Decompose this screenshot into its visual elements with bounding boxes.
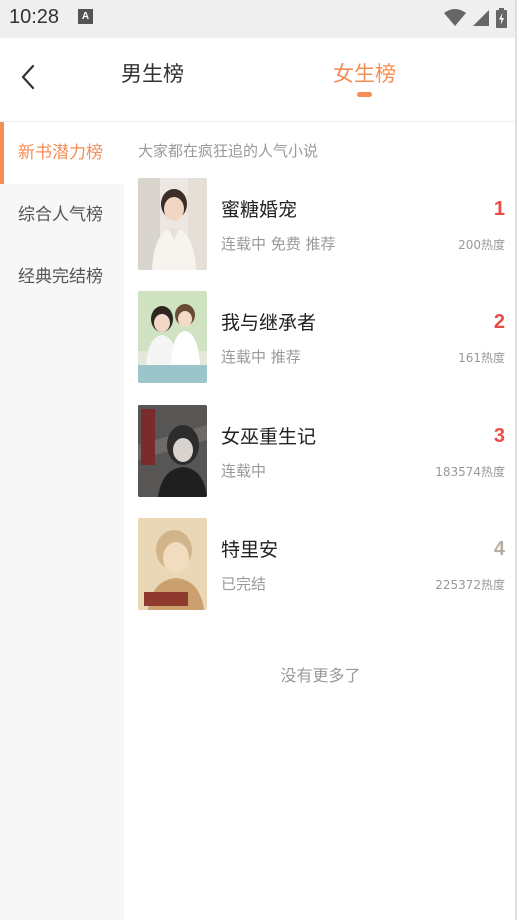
book-heat: 161热度 xyxy=(458,351,505,365)
back-chevron-icon xyxy=(21,64,35,90)
sidebar-item-classic-completed[interactable]: 经典完结榜 xyxy=(0,246,124,308)
book-title: 蜜糖婚宠 xyxy=(221,199,298,221)
book-cover xyxy=(138,518,207,610)
book-tags: 连载中 免费 推荐 xyxy=(221,235,336,253)
book-item[interactable]: 特里安 已完结 4 225372热度 xyxy=(138,518,505,611)
battery-charging-icon xyxy=(496,8,507,28)
header: 男生榜 女生榜 xyxy=(0,38,517,122)
status-bar: 10:28 A xyxy=(0,0,517,38)
book-rank: 2 xyxy=(493,311,505,333)
book-rank: 4 xyxy=(493,538,505,560)
status-time: 10:28 xyxy=(9,6,60,28)
book-tags: 已完结 xyxy=(221,575,267,593)
book-rank: 1 xyxy=(493,198,505,220)
notification-icon: A xyxy=(78,9,93,24)
book-heat: 200热度 xyxy=(458,238,505,252)
book-cover xyxy=(138,405,207,497)
tab-male-ranking[interactable]: 男生榜 xyxy=(121,58,184,88)
book-tags: 连载中 xyxy=(221,462,267,480)
list-subtitle: 大家都在疯狂追的人气小说 xyxy=(138,142,319,160)
sidebar-item-new-book-potential[interactable]: 新书潜力榜 xyxy=(0,122,124,184)
active-tab-indicator xyxy=(357,92,372,97)
sidebar-item-overall-popularity[interactable]: 综合人气榜 xyxy=(0,184,124,246)
signal-icon xyxy=(473,10,489,26)
book-cover xyxy=(138,178,207,270)
book-heat: 183574热度 xyxy=(435,465,505,479)
book-title: 特里安 xyxy=(221,539,279,561)
app-screen: 10:28 A 男生榜 女生榜 新书潜力榜 综合人气榜 经典完结榜 大家都在疯狂… xyxy=(0,0,517,920)
book-item[interactable]: 蜜糖婚宠 连载中 免费 推荐 1 200热度 xyxy=(138,178,505,271)
back-button[interactable] xyxy=(10,58,46,96)
tab-female-ranking[interactable]: 女生榜 xyxy=(333,58,396,88)
end-of-list-text: 没有更多了 xyxy=(280,666,361,685)
ranking-list: 大家都在疯狂追的人气小说 蜜糖婚宠 连载中 免费 推荐 1 200热度 我与继承… xyxy=(124,122,517,920)
wifi-icon xyxy=(444,9,466,26)
book-cover xyxy=(138,291,207,383)
book-tags: 连载中 推荐 xyxy=(221,348,301,366)
book-title: 我与继承者 xyxy=(221,312,317,334)
status-icons xyxy=(444,7,507,29)
book-item[interactable]: 女巫重生记 连载中 3 183574热度 xyxy=(138,405,505,498)
ranking-sidebar: 新书潜力榜 综合人气榜 经典完结榜 xyxy=(0,122,124,920)
book-rank: 3 xyxy=(493,425,505,447)
book-title: 女巫重生记 xyxy=(221,426,317,448)
book-item[interactable]: 我与继承者 连载中 推荐 2 161热度 xyxy=(138,291,505,384)
book-heat: 225372热度 xyxy=(435,578,505,592)
